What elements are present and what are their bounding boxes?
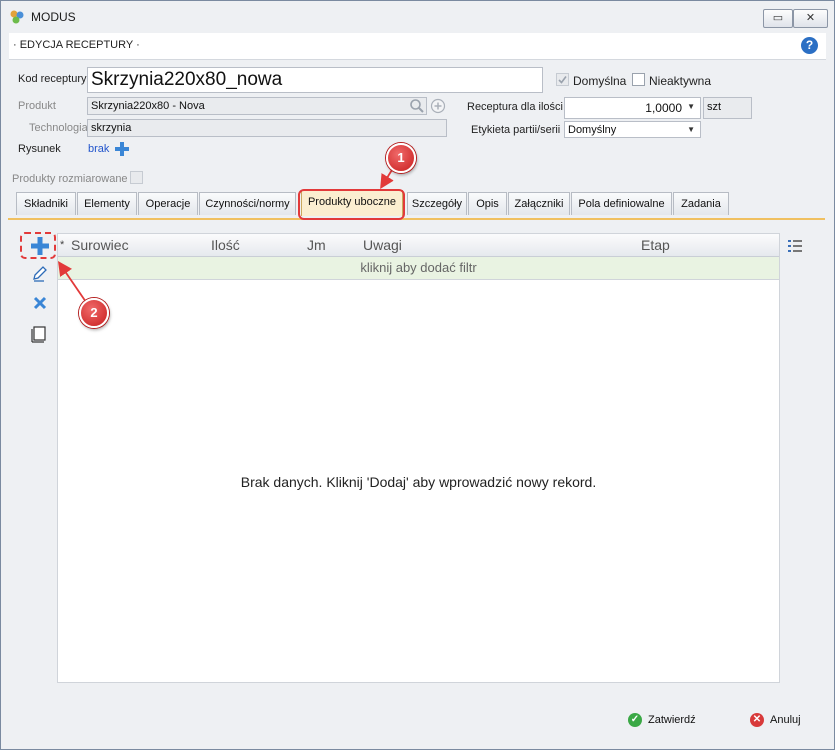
cancel-circle-icon: ✕ <box>750 713 764 727</box>
arrow-to-add <box>57 261 87 303</box>
confirm-button[interactable]: ✓ Zatwierdź <box>628 712 698 732</box>
callout-2: 2 <box>79 298 109 328</box>
confirm-label: Zatwierdź <box>648 714 696 726</box>
check-circle-icon: ✓ <box>628 713 642 727</box>
dialog-footer: ✓ Zatwierdź ✕ Anuluj <box>8 702 825 742</box>
cancel-button[interactable]: ✕ Anuluj <box>750 712 810 732</box>
cancel-label: Anuluj <box>770 714 801 726</box>
callout-1: 1 <box>386 143 416 173</box>
annotation-arrows <box>57 164 396 303</box>
